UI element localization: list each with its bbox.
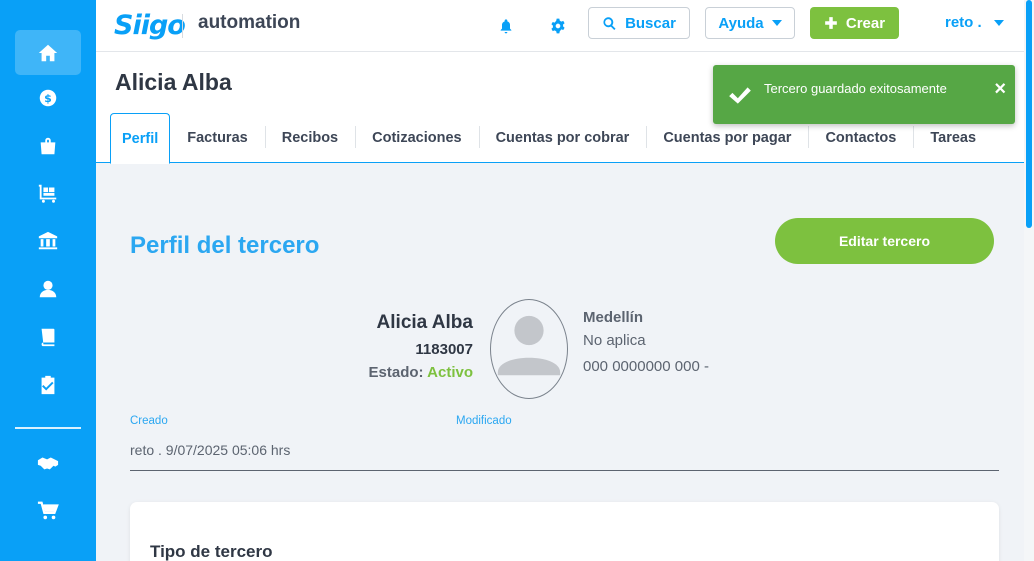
user-menu[interactable]: reto .: [945, 14, 1004, 31]
handshake-icon: [37, 457, 59, 469]
card-title: Tipo de tercero: [150, 542, 273, 561]
contact-type-card: Tipo de tercero: [130, 502, 999, 561]
sidebar-item-tasks[interactable]: [15, 362, 81, 407]
shopping-bag-icon: [40, 137, 56, 154]
status-badge: Activo: [427, 364, 473, 381]
book-icon: [41, 328, 55, 346]
logo-text: Siigo: [114, 9, 186, 41]
sidebar-item-bank[interactable]: [15, 218, 81, 263]
section-title: Perfil del tercero: [130, 232, 320, 259]
sidebar-item-contacts[interactable]: [15, 266, 81, 311]
top-bar: Siigo automation Buscar Ayuda Crear reto…: [96, 0, 1024, 52]
status-label: Estado:: [368, 364, 424, 381]
checkmark-icon: [727, 82, 753, 108]
bell-icon: [500, 19, 512, 34]
modified-label: Modificado: [456, 415, 512, 427]
tab-cuentas-por-cobrar[interactable]: Cuentas por cobrar: [478, 113, 647, 163]
edit-contact-button[interactable]: Editar tercero: [775, 218, 994, 264]
shopping-cart-icon: [37, 501, 59, 519]
tab-perfil[interactable]: Perfil: [110, 113, 171, 164]
settings-button[interactable]: [545, 13, 571, 39]
profile-city: Medellín: [583, 309, 644, 326]
profile-phone: 000 0000000 000 -: [583, 358, 709, 375]
create-label: Crear: [845, 14, 886, 32]
help-dropdown[interactable]: Ayuda: [705, 7, 795, 39]
tab-facturas[interactable]: Facturas: [170, 113, 264, 163]
user-name: reto .: [945, 14, 982, 31]
sidebar-item-inventory[interactable]: [15, 170, 81, 215]
svg-text:$: $: [44, 92, 52, 105]
tab-recibos[interactable]: Recibos: [264, 113, 355, 163]
logo-separator: [182, 14, 183, 38]
sidebar-item-store[interactable]: [15, 488, 81, 533]
profile-id-number: 1183007: [415, 341, 473, 358]
user-icon: [39, 280, 57, 297]
bank-icon: [38, 231, 58, 249]
avatar: [490, 299, 568, 399]
help-label: Ayuda: [718, 14, 764, 32]
chevron-down-icon: [993, 19, 1004, 26]
close-icon[interactable]: ×: [994, 78, 1006, 101]
user-placeholder-icon: [497, 315, 561, 376]
plus-icon: [825, 17, 837, 29]
inventory-cart-icon: [38, 184, 57, 203]
sidebar: $: [0, 0, 96, 561]
search-button[interactable]: Buscar: [588, 7, 690, 39]
sidebar-item-sales[interactable]: [15, 123, 81, 168]
notifications-button[interactable]: [493, 13, 519, 39]
success-toast: Tercero guardado exitosamente ×: [713, 65, 1015, 124]
toast-message: Tercero guardado exitosamente: [764, 81, 947, 96]
section-divider: [130, 470, 999, 471]
siigo-logo[interactable]: Siigo: [114, 7, 186, 43]
money-icon: $: [39, 89, 57, 106]
tab-cotizaciones[interactable]: Cotizaciones: [355, 113, 478, 163]
create-button[interactable]: Crear: [810, 7, 899, 39]
profile-secondary-info: No aplica: [583, 332, 646, 349]
sidebar-item-money[interactable]: $: [15, 75, 81, 120]
created-label: Creado: [130, 415, 168, 427]
sidebar-item-partners[interactable]: [15, 440, 81, 485]
search-label: Buscar: [625, 14, 676, 32]
clipboard-check-icon: [41, 375, 55, 394]
chevron-down-icon: [771, 20, 782, 26]
home-icon: [38, 44, 58, 61]
scrollbar-thumb[interactable]: [1026, 0, 1032, 228]
created-value: reto . 9/07/2025 05:06 hrs: [130, 442, 291, 458]
search-icon: [603, 16, 616, 30]
company-name: automation: [198, 12, 301, 33]
sidebar-item-accounting[interactable]: [15, 314, 81, 359]
sidebar-divider: [15, 427, 81, 429]
page-scrollbar[interactable]: [1024, 0, 1034, 561]
page-title: Alicia Alba: [115, 69, 232, 95]
profile-name: Alicia Alba: [376, 312, 473, 333]
profile-status: Estado: Activo: [369, 364, 473, 381]
gear-icon: [551, 18, 565, 34]
sidebar-item-home[interactable]: [15, 30, 81, 75]
